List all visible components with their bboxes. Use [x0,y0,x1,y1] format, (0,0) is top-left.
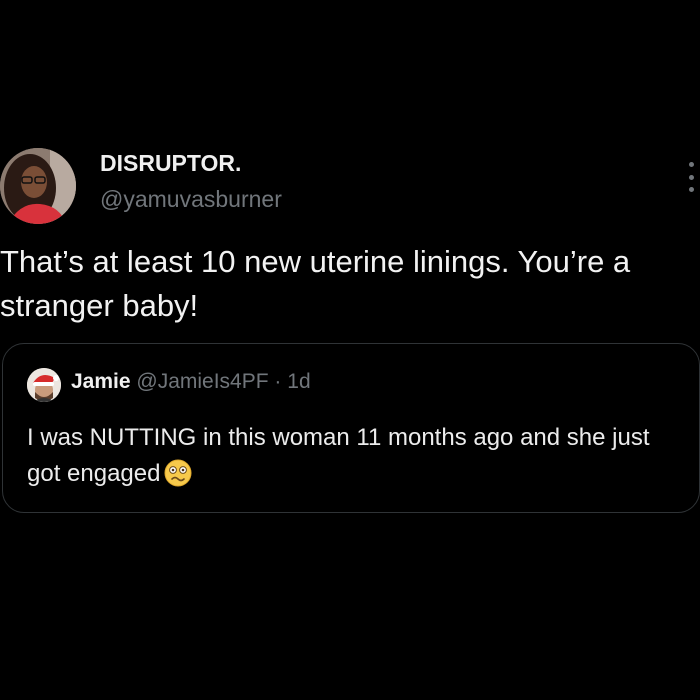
quoted-tweet-header: Jamie @JamieIs4PF · 1d [71,370,311,394]
tweet-text: That’s at least 10 new uterine linings. … [0,244,631,323]
tweet: DISRUPTOR. @yamuvasburner That’s at leas… [0,0,700,700]
more-vertical-icon [688,162,694,167]
woozy-face-emoji-icon [164,459,192,487]
quoted-tweet-text-container: I was NUTTING in this woman 11 months ag… [27,420,687,492]
quoted-author-handle[interactable]: @JamieIs4PF [136,370,268,393]
author-avatar[interactable] [0,148,76,224]
author-handle[interactable]: @yamuvasburner [100,186,282,213]
quoted-author-avatar[interactable] [27,368,61,402]
profile-photo-icon [0,148,76,224]
header-separator: · [274,370,282,393]
quoted-author-name[interactable]: Jamie [71,370,131,393]
quoted-tweet-timestamp[interactable]: 1d [287,370,310,393]
more-options-button[interactable] [682,162,700,192]
more-dot [688,187,694,192]
quoted-tweet-text: I was NUTTING in this woman 11 months ag… [27,424,650,487]
profile-photo-icon [27,368,61,402]
author-name[interactable]: DISRUPTOR. [100,150,241,177]
more-dot [688,174,694,180]
quoted-tweet-card[interactable]: Jamie @JamieIs4PF · 1d I was NUTTING in … [2,343,700,513]
